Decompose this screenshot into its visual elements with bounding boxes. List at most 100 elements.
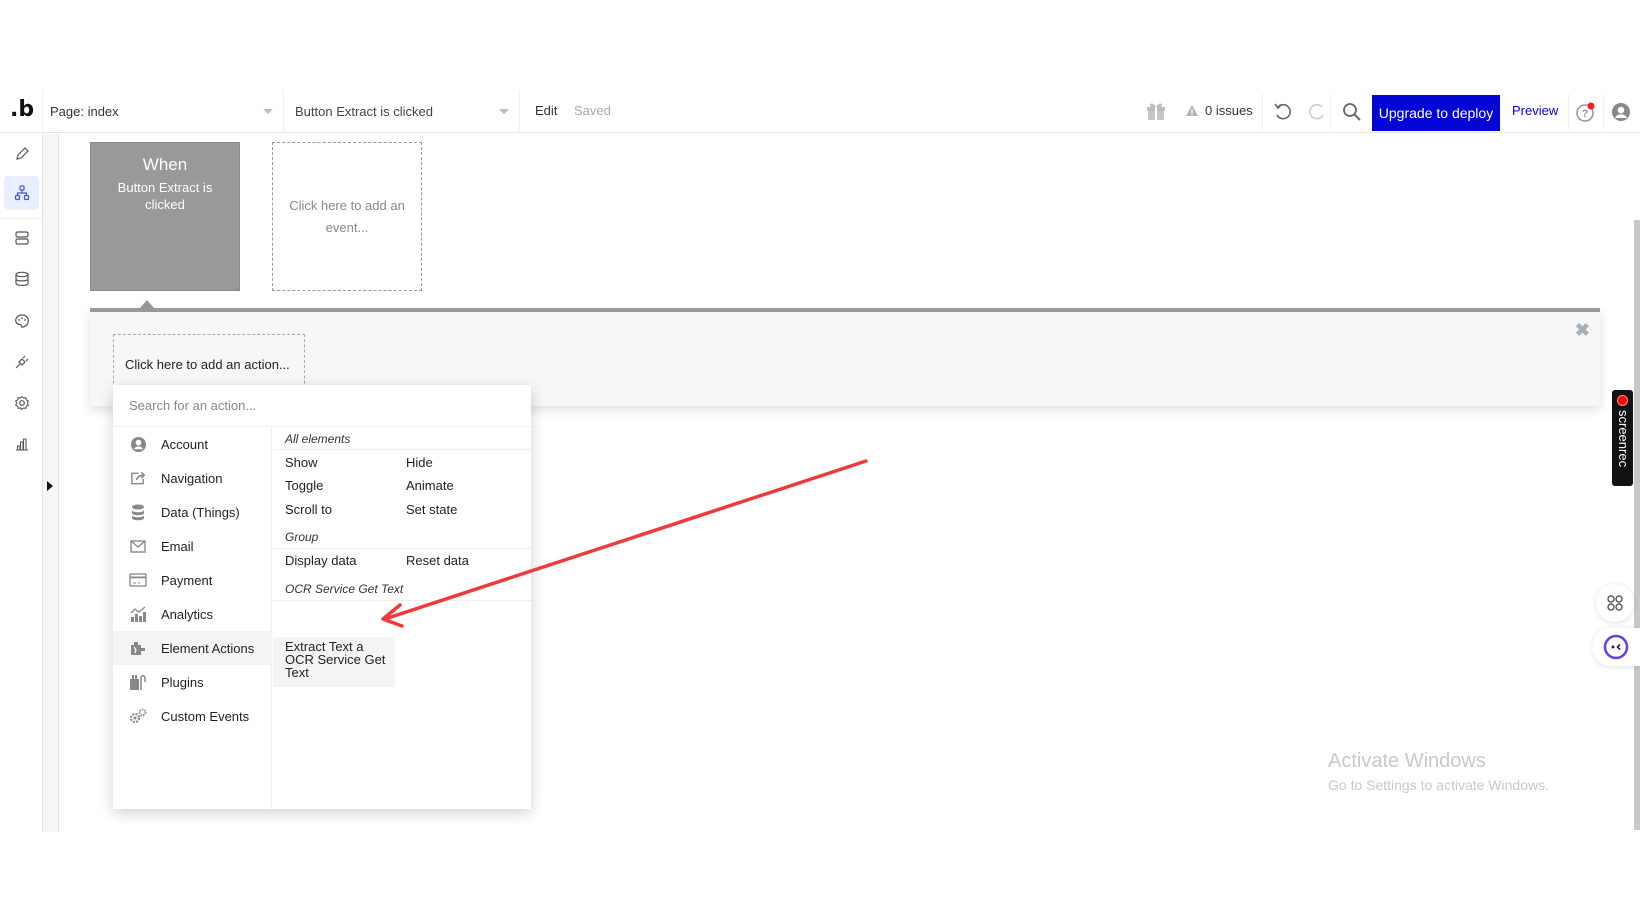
add-event-placeholder[interactable]: Click here to add an event... <box>272 142 422 291</box>
action-reset-data[interactable]: Reset data <box>406 553 469 568</box>
workflow-icon <box>14 185 29 201</box>
category-label: Account <box>161 436 208 452</box>
category-payment[interactable]: Payment <box>113 563 272 597</box>
bubble-logo[interactable]: .b <box>10 97 34 122</box>
divider <box>1330 94 1331 130</box>
action-set-state[interactable]: Set state <box>406 502 457 517</box>
category-email[interactable]: Email <box>113 529 272 563</box>
chevron-down-icon <box>263 109 273 114</box>
assistant-button[interactable] <box>1592 628 1640 666</box>
vertical-scrollbar[interactable] <box>1634 220 1640 830</box>
page-select-value: Page: index <box>50 104 119 119</box>
action-extract-text-ocr[interactable]: Extract Text a OCR Service Get Text <box>285 640 395 679</box>
email-icon <box>129 537 147 555</box>
expand-arrow-icon[interactable] <box>47 481 53 491</box>
redo-icon[interactable] <box>1306 101 1328 123</box>
credit-card-icon <box>129 571 147 589</box>
category-navigation[interactable]: Navigation <box>113 461 272 495</box>
apps-grid-button[interactable] <box>1596 584 1634 622</box>
pencil-icon <box>15 147 29 160</box>
event-select[interactable]: Button Extract is clicked <box>286 90 520 133</box>
plug-icon <box>15 355 28 369</box>
undo-icon[interactable] <box>1272 101 1294 123</box>
group-divider <box>273 449 531 450</box>
sidebar-item-logs[interactable] <box>4 427 39 461</box>
bubble-editor: .b Page: index Button Extract is clicked… <box>0 90 1640 832</box>
gift-icon[interactable] <box>1145 101 1167 121</box>
sidebar-divider <box>0 218 43 219</box>
chevron-down-icon <box>499 109 509 114</box>
top-bar: .b Page: index Button Extract is clicked… <box>0 90 1640 133</box>
category-label: Payment <box>161 572 213 588</box>
divider <box>1568 94 1569 130</box>
issues-indicator[interactable]: 0 issues <box>1185 103 1253 118</box>
category-label: Navigation <box>161 470 223 486</box>
navigation-icon <box>129 469 147 487</box>
action-toggle[interactable]: Toggle <box>285 478 323 493</box>
gears-icon <box>129 707 147 725</box>
grid-icon <box>1607 595 1623 611</box>
sidebar-item-workflow[interactable] <box>4 176 39 210</box>
upgrade-to-deploy-button[interactable]: Upgrade to deploy <box>1372 95 1500 131</box>
page-select[interactable]: Page: index <box>42 90 284 133</box>
analytics-icon <box>129 605 147 623</box>
sidebar-item-data[interactable] <box>4 221 39 255</box>
group-title-group: Group <box>285 530 319 544</box>
panel-pointer <box>140 300 154 308</box>
action-scroll-to[interactable]: Scroll to <box>285 502 332 517</box>
sidebar-item-settings[interactable] <box>4 386 39 420</box>
bar-chart-icon <box>15 438 28 451</box>
divider <box>1262 94 1263 130</box>
category-label: Custom Events <box>161 708 250 724</box>
activate-title: Activate Windows <box>1328 750 1486 772</box>
database-icon <box>129 503 147 521</box>
action-animate[interactable]: Animate <box>406 478 454 493</box>
group-title-all-elements: All elements <box>285 432 351 446</box>
saved-status: Saved <box>574 103 611 118</box>
category-label: Element Actions <box>161 640 255 656</box>
action-show[interactable]: Show <box>285 455 318 470</box>
category-analytics[interactable]: Analytics <box>113 597 272 631</box>
category-account[interactable]: Account <box>113 427 272 461</box>
close-icon[interactable]: ✖ <box>1575 320 1590 341</box>
category-label: Data (Things) <box>161 504 240 520</box>
screenrec-widget[interactable]: screenrec <box>1612 390 1633 486</box>
help-icon[interactable]: ? <box>1575 101 1597 123</box>
record-icon <box>1617 395 1628 406</box>
category-plugins[interactable]: Plugins <box>113 665 272 699</box>
database-icon <box>14 271 29 286</box>
preview-link[interactable]: Preview <box>1512 103 1558 118</box>
account-icon <box>129 435 147 453</box>
group-title-ocr-service: OCR Service Get Text <box>285 582 404 596</box>
gear-icon <box>14 395 29 411</box>
add-action-label: Click here to add an action... <box>125 357 290 372</box>
event-card-button-extract-clicked[interactable]: When Button Extract is clicked <box>90 142 240 291</box>
data-icon <box>14 231 29 245</box>
sidebar-item-design[interactable] <box>4 137 39 171</box>
warning-icon <box>1186 105 1198 116</box>
assistant-face-icon <box>1603 634 1629 660</box>
edit-menu[interactable]: Edit <box>535 103 557 118</box>
sidebar-item-plugins[interactable] <box>4 345 39 379</box>
sidebar-item-database[interactable] <box>4 262 39 296</box>
action-display-data[interactable]: Display data <box>285 553 357 568</box>
action-category-list: Account Navigation Data (Things) Email P… <box>113 427 272 809</box>
category-element-actions[interactable]: Element Actions <box>113 631 272 665</box>
group-divider <box>273 600 531 601</box>
activate-subtitle: Go to Settings to activate Windows. <box>1328 777 1549 793</box>
action-hide[interactable]: Hide <box>406 455 433 470</box>
event-select-value: Button Extract is clicked <box>295 104 433 119</box>
event-card-title: When <box>142 155 188 174</box>
user-avatar-icon[interactable] <box>1610 101 1632 123</box>
screenrec-label: screenrec <box>1616 410 1631 468</box>
sidebar-item-styles[interactable] <box>4 304 39 338</box>
category-custom-events[interactable]: Custom Events <box>113 699 272 733</box>
issues-count: 0 issues <box>1205 103 1253 118</box>
divider <box>1603 94 1604 130</box>
left-sidebar <box>0 134 43 832</box>
category-label: Analytics <box>161 606 214 622</box>
search-icon[interactable] <box>1341 101 1363 123</box>
category-data-things[interactable]: Data (Things) <box>113 495 272 529</box>
action-search-input[interactable] <box>113 385 531 427</box>
event-card-name: Button Extract is clicked <box>117 180 213 212</box>
